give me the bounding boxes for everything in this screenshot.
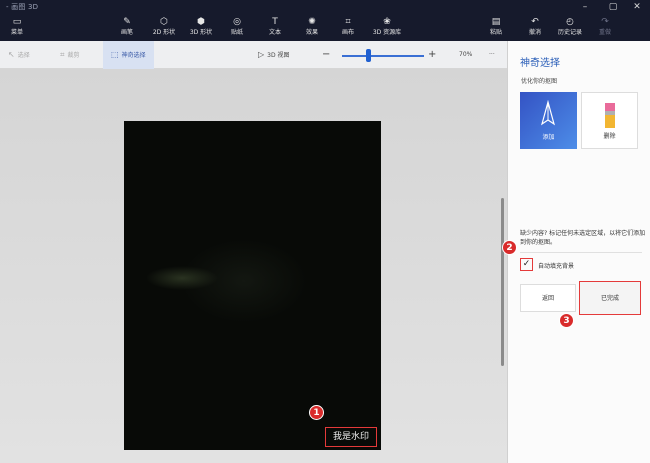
menu-button[interactable]: ▭ 菜单 xyxy=(6,17,28,39)
panel-subtitle: 优化你的抠图 xyxy=(521,78,558,85)
close-button[interactable]: ✕ xyxy=(624,0,650,14)
undo-icon: ↶ xyxy=(531,17,539,27)
tool-text[interactable]: T 文本 xyxy=(264,17,286,39)
history-icon: ◴ xyxy=(566,17,574,27)
app-toolbar: - 画图 3D – ▢ ✕ ▭ 菜单 ✎ 画笔 ⬡ 2D 形状 ⬢ 3D 形状 … xyxy=(0,0,650,41)
tool-stickers[interactable]: ◎ 贴纸 xyxy=(226,17,248,39)
selection-toolbar: ↖ 选择 ⌗ 裁剪 ⬚ 神奇选择 ▷ 3D 视图 − + 70% ··· xyxy=(0,41,507,69)
plus-icon: + xyxy=(428,49,437,60)
3d-library-icon: ❀ xyxy=(383,17,391,27)
text-icon: T xyxy=(272,17,278,27)
maximize-button[interactable]: ▢ xyxy=(600,0,626,14)
2d-shapes-icon: ⬡ xyxy=(160,17,168,27)
pen-add-icon xyxy=(540,100,556,126)
close-icon: ✕ xyxy=(633,2,641,12)
brush-icon: ✎ xyxy=(123,17,131,27)
redo-icon: ↷ xyxy=(601,17,609,27)
tool-3d-shapes[interactable]: ⬢ 3D 形状 xyxy=(187,17,215,39)
zoom-in-button[interactable]: + xyxy=(428,41,436,69)
forest-photo[interactable] xyxy=(124,121,381,450)
panel-title: 神奇选择 xyxy=(520,58,560,69)
history-button[interactable]: ◴ 历史记录 xyxy=(555,17,585,39)
back-button[interactable]: 返回 xyxy=(520,284,576,312)
vertical-scrollbar[interactable] xyxy=(501,198,504,366)
done-button[interactable]: 已完成 xyxy=(579,281,641,315)
more-options-button[interactable]: ··· xyxy=(489,41,495,69)
watermark-text[interactable]: 我是水印 xyxy=(325,427,377,447)
divider xyxy=(520,252,642,253)
zoom-level: 70% xyxy=(459,51,473,58)
canvas-icon: ⌗ xyxy=(345,17,351,27)
autofill-checkbox[interactable]: ✓ xyxy=(520,258,533,271)
crop-button[interactable]: ⌗ 裁剪 xyxy=(60,41,80,69)
minus-icon: − xyxy=(322,49,331,60)
eraser-icon xyxy=(605,103,615,128)
minimize-button[interactable]: – xyxy=(572,0,598,14)
pointer-icon: ↖ xyxy=(8,50,15,59)
magic-select-icon: ⬚ xyxy=(111,50,119,59)
magic-select-button[interactable]: ⬚ 神奇选择 xyxy=(103,41,154,69)
annotation-badge-3: 3 xyxy=(559,313,574,328)
autofill-label: 自动填充背景 xyxy=(538,263,575,270)
paste-button[interactable]: ▤ 粘贴 xyxy=(485,17,507,39)
clipboard-icon: ▤ xyxy=(491,17,501,27)
folder-icon: ▭ xyxy=(12,17,22,27)
remove-button[interactable]: 删除 xyxy=(581,92,638,149)
checkmark-icon: ✓ xyxy=(522,259,531,269)
tool-brush[interactable]: ✎ 画笔 xyxy=(116,17,138,39)
maximize-icon: ▢ xyxy=(608,2,618,12)
annotation-badge-1: 1 xyxy=(309,405,324,420)
3d-view-button[interactable]: ▷ 3D 视图 xyxy=(258,41,290,69)
undo-button[interactable]: ↶ 撤消 xyxy=(524,17,546,39)
add-button[interactable]: 添加 xyxy=(520,92,577,149)
3d-shapes-icon: ⬢ xyxy=(197,17,205,27)
stickers-icon: ◎ xyxy=(233,17,241,27)
tool-effects[interactable]: ✺ 效果 xyxy=(301,17,323,39)
minimize-icon: – xyxy=(582,2,588,12)
window-title: - 画图 3D xyxy=(6,3,39,11)
redo-button[interactable]: ↷ 重做 xyxy=(594,17,616,39)
tool-canvas[interactable]: ⌗ 画布 xyxy=(337,17,359,39)
zoom-slider-thumb[interactable] xyxy=(366,49,371,62)
3d-view-icon: ▷ xyxy=(258,50,265,59)
magic-select-panel: 神奇选择 优化你的抠图 添加 删除 缺少内容? 标记任何未选定区域，以将它们添加… xyxy=(507,41,650,463)
hint-text: 缺少内容? 标记任何未选定区域，以将它们添加到你的抠图。 xyxy=(520,230,646,246)
annotation-badge-2: 2 xyxy=(502,240,517,255)
effects-icon: ✺ xyxy=(308,17,316,27)
zoom-out-button[interactable]: − xyxy=(322,41,330,69)
select-button[interactable]: ↖ 选择 xyxy=(8,41,30,69)
zoom-slider-track[interactable] xyxy=(342,55,424,57)
crop-icon: ⌗ xyxy=(60,50,65,59)
tool-2d-shapes[interactable]: ⬡ 2D 形状 xyxy=(150,17,178,39)
tool-3d-library[interactable]: ❀ 3D 资源库 xyxy=(370,17,404,39)
